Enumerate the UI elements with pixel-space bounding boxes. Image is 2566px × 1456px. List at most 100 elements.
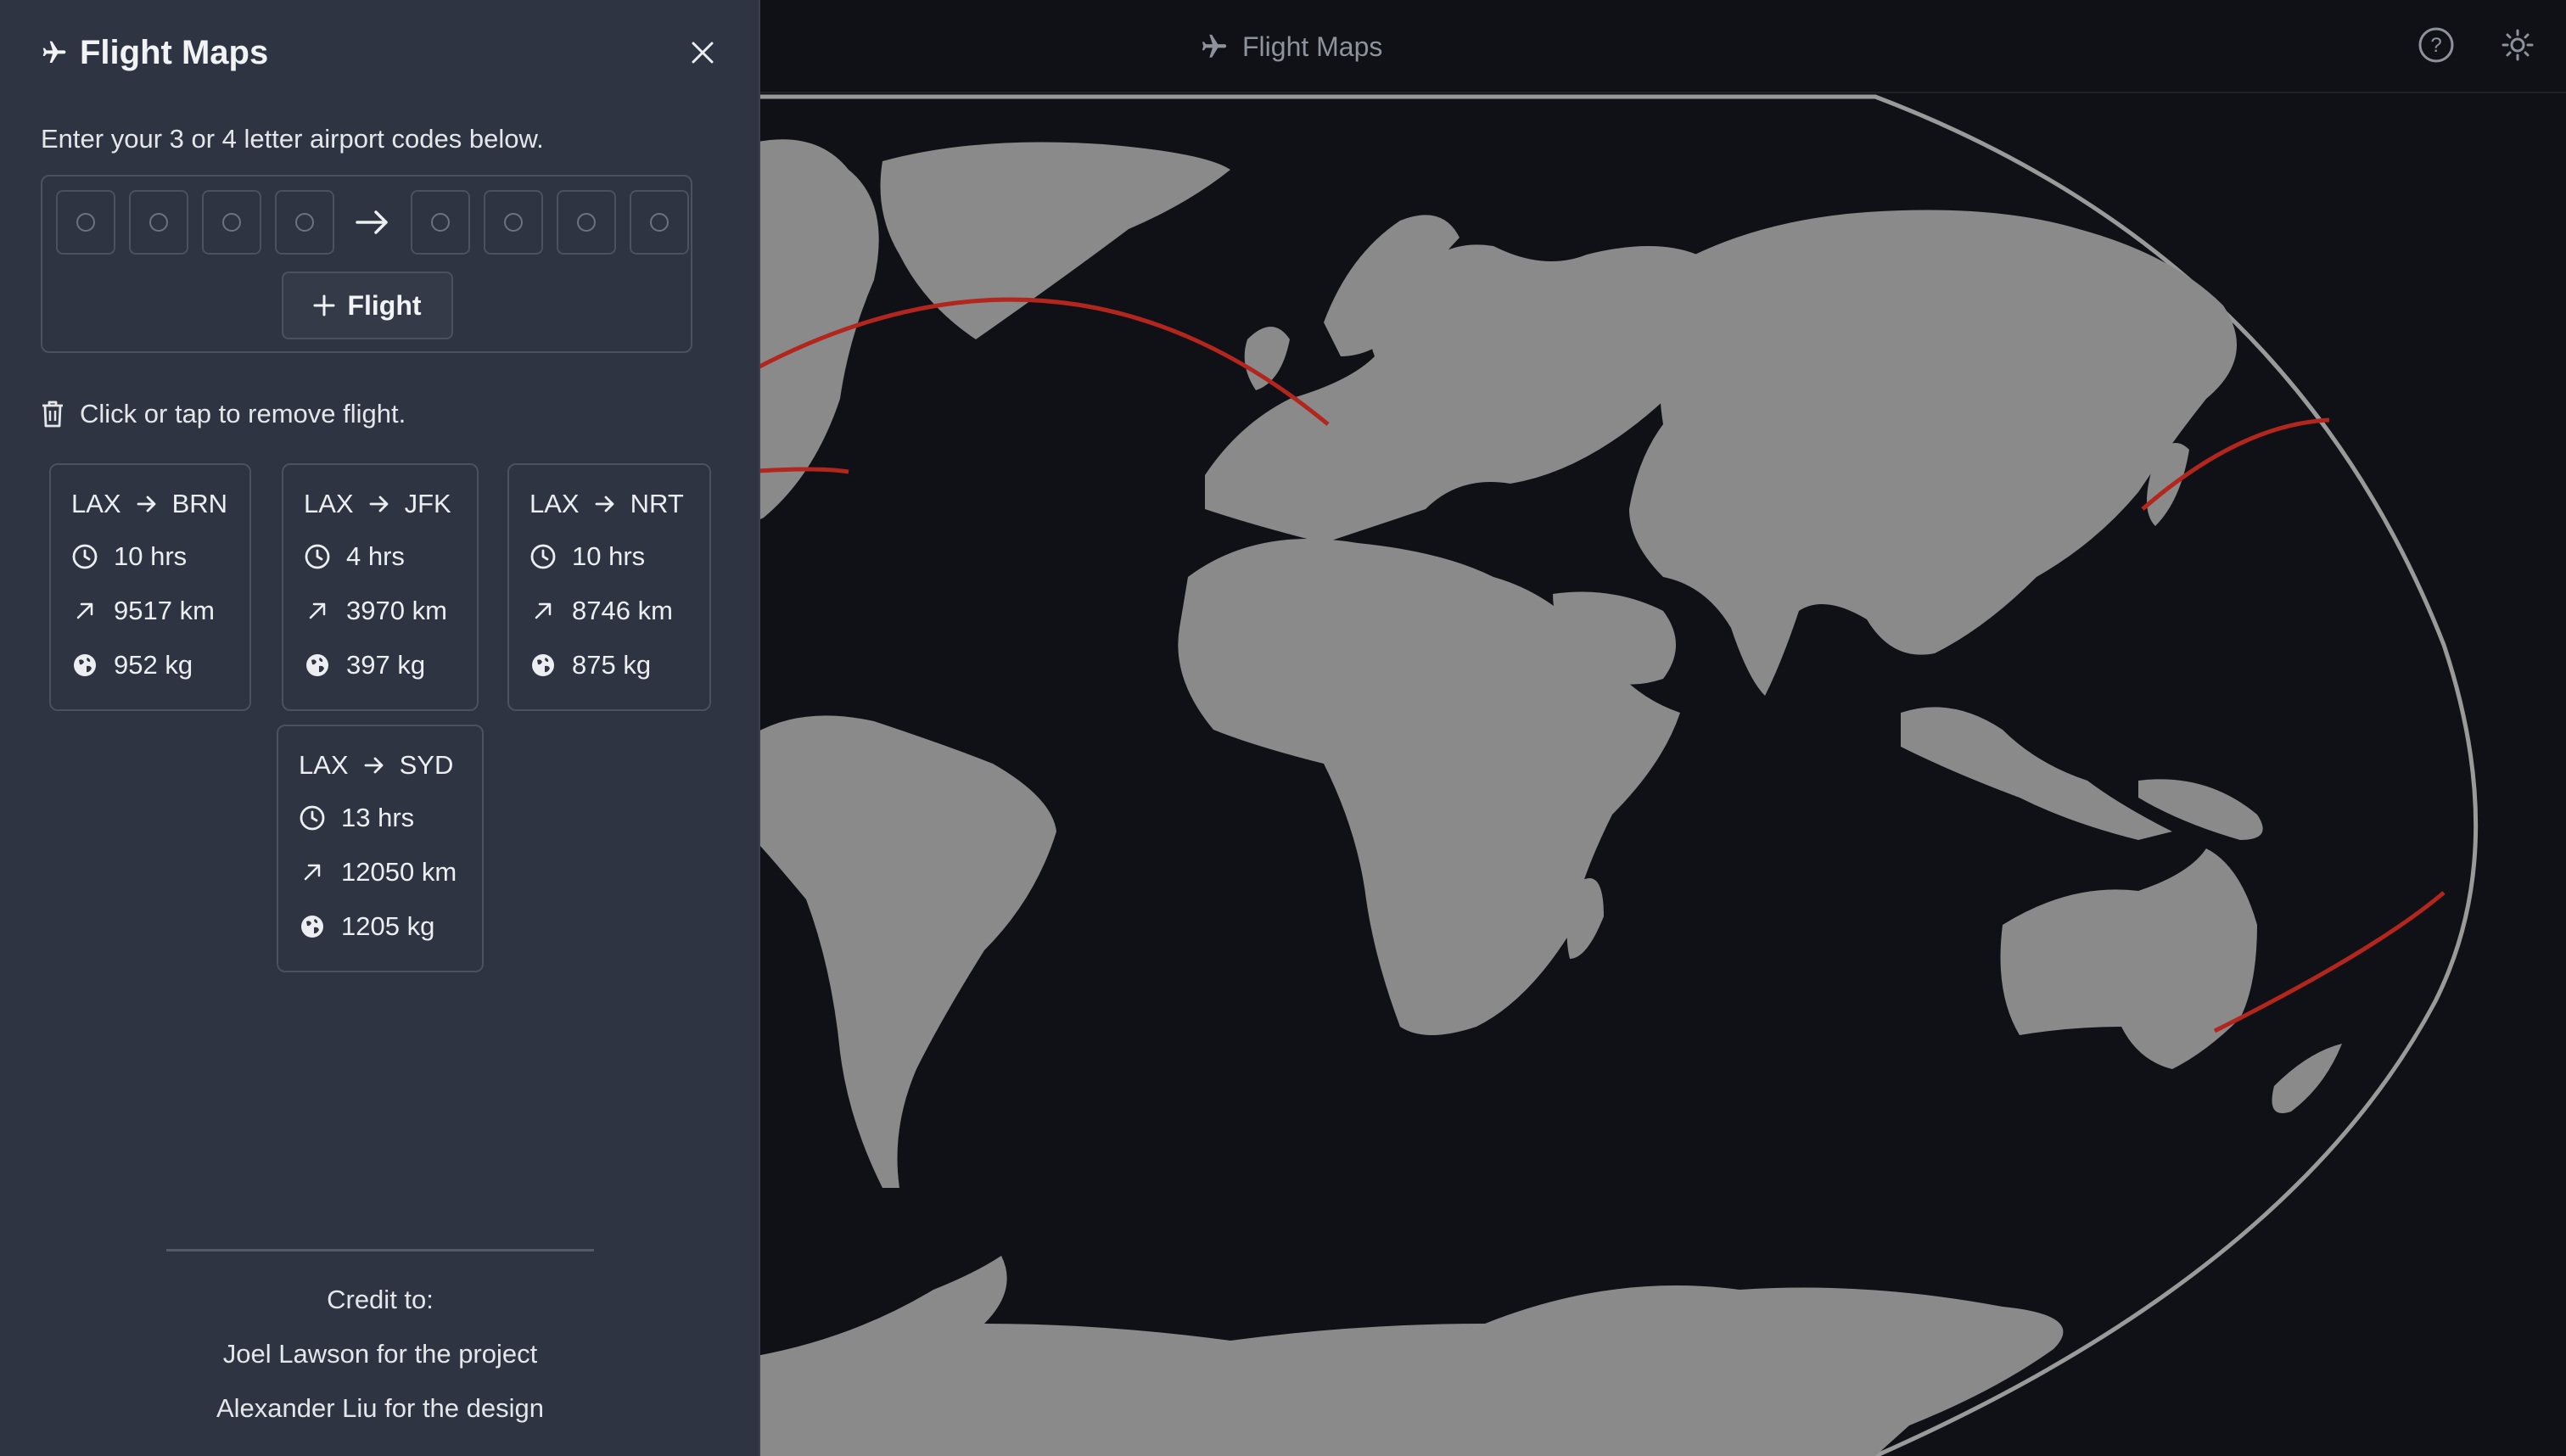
flight-distance: 8746 km (529, 596, 673, 626)
plane-icon (42, 41, 66, 63)
duration-value: 10 hrs (114, 541, 188, 571)
svg-text:?: ? (2430, 34, 2441, 57)
empty-slot-icon (504, 213, 523, 232)
help-button[interactable]: ? (2417, 25, 2456, 64)
globe-icon (301, 916, 323, 938)
destination-code-char-1[interactable] (411, 190, 470, 255)
destination-code-char-4[interactable] (630, 190, 689, 255)
globe-icon (306, 654, 328, 676)
destination-code: NRT (630, 489, 684, 518)
sidebar-title: Flight Maps (41, 34, 268, 72)
destination-code: BRN (171, 489, 228, 518)
flight-card-lax-nrt[interactable]: LAX NRT 10 hrs 8746 km 875 kg (507, 463, 711, 711)
emissions-value: 875 kg (572, 650, 652, 680)
arrow-up-right-icon (309, 602, 326, 619)
flight-emissions: 875 kg (529, 650, 651, 680)
origin-code-char-3[interactable] (202, 190, 261, 255)
destination-code-char-2[interactable] (484, 190, 543, 255)
destination-code-char-3[interactable] (557, 190, 616, 255)
arrow-right-icon (369, 496, 389, 512)
land-new-zealand (2272, 1044, 2342, 1113)
emissions-value: 952 kg (114, 650, 193, 680)
flight-card-lax-syd[interactable]: LAX SYD 13 hrs 12050 km 1205 kg (277, 725, 484, 972)
add-flight-button[interactable]: Flight (282, 272, 453, 339)
airport-code-form: Flight (41, 175, 692, 353)
arrow-right-icon (364, 757, 384, 774)
credits-heading: Credit to: (327, 1285, 434, 1314)
origin-code-char-2[interactable] (129, 190, 188, 255)
destination-code: JFK (404, 489, 451, 518)
clock-icon (300, 805, 325, 831)
arrow-up-right-icon (76, 602, 93, 619)
flight-route: LAX BRN (71, 489, 227, 519)
distance-value: 8746 km (572, 596, 673, 625)
flight-distance: 9517 km (71, 596, 215, 626)
land-masses (747, 139, 2342, 1456)
origin-code: LAX (299, 750, 349, 780)
route-lax-jfk (746, 467, 849, 474)
flight-route: LAX JFK (304, 489, 451, 519)
arrow-right-icon (137, 496, 156, 512)
distance-value: 9517 km (114, 596, 215, 625)
land-europe (1205, 244, 1706, 543)
empty-slot-icon (222, 213, 241, 232)
instructions-text: Enter your 3 or 4 letter airport codes b… (41, 124, 544, 154)
plus-icon (313, 294, 335, 316)
sidebar-panel: Flight Maps Enter your 3 or 4 letter air… (0, 0, 760, 1456)
flight-duration: 13 hrs (299, 803, 414, 833)
duration-value: 10 hrs (572, 541, 646, 571)
flight-emissions: 1205 kg (299, 911, 434, 942)
flight-route: LAX NRT (529, 489, 684, 519)
flight-card-lax-brn[interactable]: LAX BRN 10 hrs 9517 km 952 kg (49, 463, 251, 711)
land-south-america (747, 715, 1056, 1188)
origin-code: LAX (304, 489, 354, 518)
destination-code: SYD (399, 750, 454, 780)
question-circle-icon: ? (2418, 27, 2454, 63)
empty-slot-icon (650, 213, 669, 232)
empty-slot-icon (76, 213, 95, 232)
arrow-up-right-icon (304, 864, 321, 881)
globe-icon (74, 654, 96, 676)
distance-value: 12050 km (341, 857, 457, 887)
trash-icon (42, 400, 63, 428)
land-se-asia-islands (1901, 707, 2172, 840)
arrow-up-right-icon (535, 602, 552, 619)
flight-emissions: 397 kg (304, 650, 425, 680)
flight-route: LAX SYD (299, 750, 453, 781)
empty-slot-icon (431, 213, 450, 232)
origin-code-char-4[interactable] (275, 190, 334, 255)
emissions-value: 397 kg (346, 650, 426, 680)
remove-hint-text: Click or tap to remove flight. (80, 399, 406, 428)
land-australia (2000, 848, 2257, 1069)
airport-code-inputs (56, 190, 689, 255)
empty-slot-icon (149, 213, 168, 232)
land-greenland (880, 142, 1230, 339)
duration-value: 13 hrs (341, 803, 415, 832)
empty-slot-icon (577, 213, 596, 232)
clock-icon (72, 544, 98, 569)
land-asia (1629, 210, 2237, 696)
credit-project: Joel Lawson for the project (222, 1339, 538, 1369)
theme-toggle-button[interactable] (2498, 25, 2537, 64)
clock-icon (530, 544, 556, 569)
app-title-text: Flight Maps (1242, 31, 1383, 62)
empty-slot-icon (295, 213, 314, 232)
arrow-right-icon (595, 496, 614, 512)
flight-card-lax-jfk[interactable]: LAX JFK 4 hrs 3970 km 397 kg (282, 463, 479, 711)
sun-icon (2502, 29, 2534, 61)
origin-code: LAX (71, 489, 121, 518)
sidebar-title-text: Flight Maps (80, 33, 269, 71)
flight-distance: 12050 km (299, 857, 457, 888)
flight-duration: 10 hrs (529, 541, 645, 572)
close-sidebar-button[interactable] (686, 36, 720, 70)
app-title: Flight Maps (1200, 25, 1382, 68)
remove-hint: Click or tap to remove flight. (41, 399, 406, 429)
globe-icon (532, 654, 554, 676)
sidebar-header: Flight Maps (41, 31, 720, 75)
origin-code-char-1[interactable] (56, 190, 115, 255)
add-flight-label: Flight (347, 289, 422, 321)
clock-icon (305, 544, 330, 569)
flight-distance: 3970 km (304, 596, 447, 626)
flight-emissions: 952 kg (71, 650, 193, 680)
close-icon (692, 42, 714, 64)
